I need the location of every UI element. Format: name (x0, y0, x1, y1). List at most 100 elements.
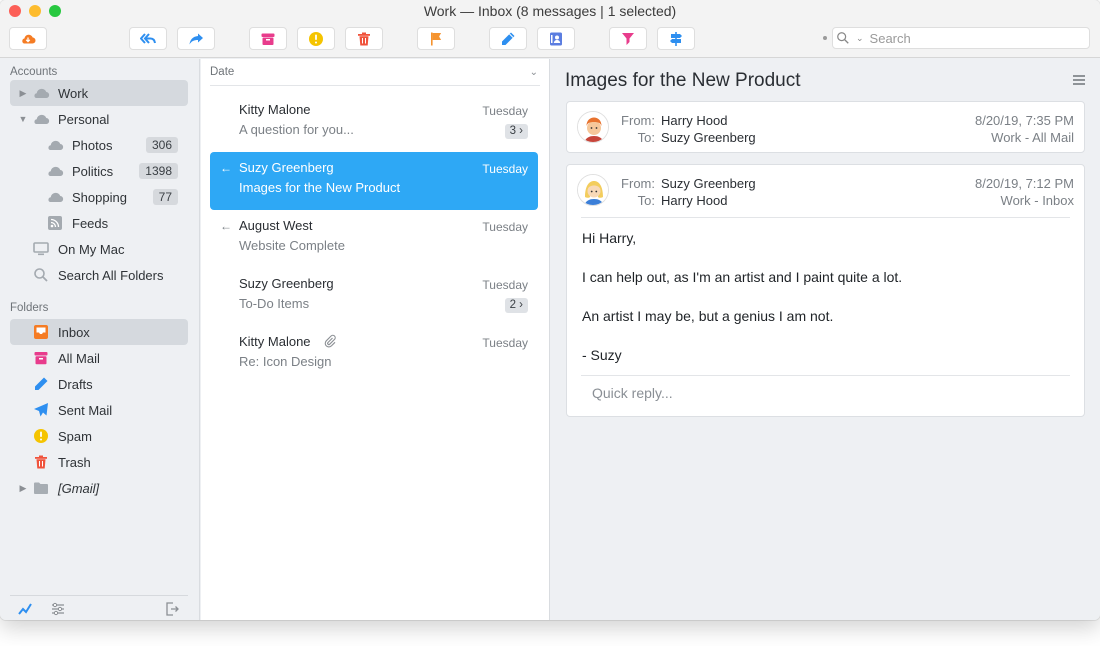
sidebar-item-all-mail[interactable]: All Mail (10, 345, 188, 371)
replied-arrow-icon: ← (220, 161, 232, 175)
compose-button[interactable] (489, 27, 527, 50)
get-mail-button[interactable] (9, 27, 47, 50)
message-date: Tuesday (482, 278, 528, 292)
message-subject-title: Images for the New Product (565, 70, 801, 91)
message-list: Date ⌄ Kitty Malone A question for you..… (201, 59, 550, 620)
message-header-card[interactable]: From: Harry Hood To: Suzy Greenberg 8/20… (566, 101, 1085, 153)
sidebar-item-gmail[interactable]: ▶ [Gmail] (10, 475, 188, 501)
replied-arrow-icon: ← (220, 219, 232, 233)
sidebar-item-trash[interactable]: Trash (10, 449, 188, 475)
reading-pane: Images for the New Product From: Harry H… (551, 59, 1100, 620)
avatar (577, 174, 609, 206)
compose-icon (502, 32, 515, 45)
message-date: Tuesday (482, 336, 528, 350)
spam-button[interactable] (297, 27, 335, 50)
sidebar-item-politics[interactable]: Politics 1398 (10, 158, 188, 184)
message-sender: Suzy Greenberg (239, 160, 334, 175)
accounts-header: Accounts (10, 66, 58, 78)
window-title: Work — Inbox (8 messages | 1 selected) (423, 3, 677, 19)
rss-icon (46, 215, 64, 231)
search-icon (32, 267, 50, 283)
message-row[interactable]: Kitty Malone Re: Icon Design Tuesday (210, 326, 538, 384)
search-icon (836, 28, 856, 48)
message-sender: Suzy Greenberg (239, 276, 334, 291)
folders-header: Folders (10, 302, 49, 314)
disclosure-triangle-icon[interactable]: ▶ (18, 88, 28, 99)
recipient-name[interactable]: Suzy Greenberg (661, 130, 756, 145)
search-options-chevron-icon[interactable]: ⌄ (856, 33, 864, 44)
thread-count-badge[interactable]: 2 › (504, 298, 528, 313)
chevron-down-icon[interactable]: ⌄ (530, 67, 538, 78)
reply-all-button[interactable] (129, 27, 167, 50)
unread-count-badge: 1398 (139, 163, 178, 179)
sidebar-item-spam[interactable]: Spam (10, 423, 188, 449)
signpost-icon (670, 31, 682, 46)
from-label: From: (621, 176, 655, 191)
flag-button[interactable] (417, 27, 455, 50)
trash-icon (358, 32, 370, 45)
sidebar-item-personal[interactable]: ▼ Personal (10, 106, 188, 132)
titlebar: Work — Inbox (8 messages | 1 selected) ⌄… (0, 0, 1100, 58)
sliders-icon[interactable] (50, 601, 66, 617)
sign-out-icon[interactable] (164, 601, 180, 617)
sidebar-footer (10, 595, 188, 620)
menu-icon[interactable] (1072, 73, 1086, 87)
sender-name[interactable]: Suzy Greenberg (661, 176, 756, 191)
unread-count-badge: 306 (145, 137, 178, 153)
activity-icon[interactable] (18, 601, 34, 617)
quick-reply-input[interactable] (592, 385, 1052, 401)
search-field[interactable]: ⌄ (832, 27, 1090, 49)
forward-button[interactable] (177, 27, 215, 50)
sidebar-item-feeds[interactable]: Feeds (10, 210, 188, 236)
move-button[interactable] (657, 27, 695, 50)
sidebar-item-on-my-mac[interactable]: On My Mac (10, 236, 188, 262)
message-row[interactable]: ← August West Website Complete Tuesday (210, 210, 538, 268)
sidebar-item-shopping[interactable]: Shopping 77 (10, 184, 188, 210)
disclosure-triangle-icon[interactable]: ▼ (18, 114, 28, 124)
from-label: From: (621, 113, 655, 128)
to-label: To: (637, 193, 655, 208)
archive-icon (261, 33, 275, 45)
archive-button[interactable] (249, 27, 287, 50)
message-sender: Kitty Malone (239, 102, 311, 117)
delete-button[interactable] (345, 27, 383, 50)
sort-header[interactable]: Date ⌄ (210, 59, 540, 86)
unread-count-badge: 77 (152, 189, 178, 205)
to-label: To: (637, 130, 655, 145)
cloud-download-icon (22, 34, 36, 44)
sidebar: Accounts ▶ Work ▼ Personal Photos 306 Po… (0, 59, 200, 620)
inbox-icon (32, 324, 50, 340)
body-paragraph: Hi Harry, (582, 230, 637, 246)
sidebar-item-sent-mail[interactable]: Sent Mail (10, 397, 188, 423)
message-row-selected[interactable]: ← Suzy Greenberg Images for the New Prod… (210, 152, 538, 210)
monitor-icon (32, 241, 50, 257)
disclosure-triangle-icon[interactable]: ▶ (18, 483, 28, 494)
cloud-icon (46, 189, 64, 205)
sidebar-item-search-all-folders[interactable]: Search All Folders (10, 262, 188, 288)
contacts-icon (550, 32, 562, 45)
message-datetime: 8/20/19, 7:12 PM (974, 176, 1074, 191)
thread-count-badge[interactable]: 3 › (504, 124, 528, 139)
avatar (577, 111, 609, 143)
forward-icon (189, 33, 203, 44)
contacts-button[interactable] (537, 27, 575, 50)
sidebar-item-photos[interactable]: Photos 306 (10, 132, 188, 158)
message-sender: Kitty Malone (239, 334, 311, 349)
message-date: Tuesday (482, 104, 528, 118)
reply-divider (581, 375, 1070, 376)
header-divider (581, 217, 1070, 218)
message-row[interactable]: Kitty Malone A question for you... Tuesd… (210, 94, 538, 152)
paper-plane-icon (32, 402, 50, 418)
funnel-icon (622, 32, 634, 45)
sidebar-item-work[interactable]: ▶ Work (10, 80, 188, 106)
body-paragraph: - Suzy (582, 347, 622, 363)
recipient-name[interactable]: Harry Hood (661, 193, 727, 208)
message-row[interactable]: Suzy Greenberg To-Do Items Tuesday 2 › (210, 268, 538, 326)
sidebar-item-drafts[interactable]: Drafts (10, 371, 188, 397)
cloud-icon (46, 163, 64, 179)
sidebar-item-inbox[interactable]: Inbox (10, 319, 188, 345)
filter-button[interactable] (609, 27, 647, 50)
sender-name[interactable]: Harry Hood (661, 113, 727, 128)
search-input[interactable] (869, 30, 1070, 46)
spam-icon (32, 428, 50, 444)
